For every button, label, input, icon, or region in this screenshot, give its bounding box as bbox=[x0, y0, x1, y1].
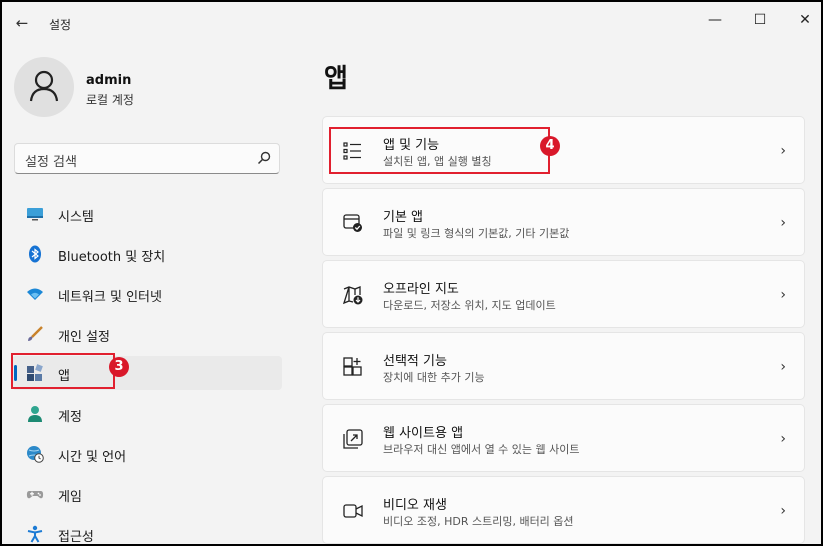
sidebar-item-network[interactable]: 네트워크 및 인터넷 bbox=[12, 277, 282, 311]
sidebar-item-label: 게임 bbox=[58, 490, 82, 505]
sidebar-item-label: 계정 bbox=[58, 410, 82, 425]
card-description: 비디오 조정, HDR 스트리밍, 배터리 옵션 bbox=[383, 515, 574, 528]
card-title: 웹 사이트용 앱 bbox=[383, 426, 464, 441]
sidebar-item-label: 개인 설정 bbox=[58, 330, 110, 345]
accessibility-icon bbox=[27, 525, 43, 543]
sidebar-item-time-language[interactable]: 시간 및 언어 bbox=[12, 437, 282, 471]
chevron-right-icon: › bbox=[780, 503, 786, 519]
chevron-right-icon: › bbox=[780, 215, 786, 231]
highlight-box-apps bbox=[11, 353, 115, 389]
default-apps-icon bbox=[343, 214, 362, 232]
card-description: 브라우저 대신 앱에서 열 수 있는 웹 사이트 bbox=[383, 443, 580, 456]
title-bar: ← 설정 — ☐ ✕ bbox=[2, 2, 821, 42]
step-badge-3: 3 bbox=[109, 357, 129, 377]
card-description: 파일 및 링크 형식의 기본값, 기타 기본값 bbox=[383, 227, 570, 240]
add-grid-icon bbox=[343, 357, 362, 376]
video-icon bbox=[343, 504, 363, 518]
back-arrow-icon: ← bbox=[15, 14, 29, 32]
card-description: 장치에 대한 추가 기능 bbox=[383, 371, 485, 384]
card-default-apps[interactable]: 기본 앱 파일 및 링크 형식의 기본값, 기타 기본값 › bbox=[322, 188, 805, 256]
sidebar-item-label: 시스템 bbox=[58, 210, 94, 225]
card-optional-features[interactable]: 선택적 기능 장치에 대한 추가 기능 › bbox=[322, 332, 805, 400]
sidebar-item-accounts[interactable]: 계정 bbox=[12, 397, 282, 431]
user-icon bbox=[29, 70, 59, 102]
card-video-playback[interactable]: 비디오 재생 비디오 조정, HDR 스트리밍, 배터리 옵션 › bbox=[322, 476, 805, 544]
search-placeholder: 설정 검색 bbox=[25, 155, 77, 170]
monitor-icon bbox=[27, 208, 43, 221]
account-type: 로컬 계정 bbox=[86, 93, 134, 107]
card-title: 오프라인 지도 bbox=[383, 282, 459, 297]
back-button[interactable]: ← bbox=[12, 13, 32, 33]
card-offline-maps[interactable]: 오프라인 지도 다운로드, 저장소 위치, 지도 업데이트 › bbox=[322, 260, 805, 328]
chevron-right-icon: › bbox=[780, 431, 786, 447]
person-icon bbox=[28, 406, 42, 422]
card-title: 비디오 재생 bbox=[383, 498, 447, 513]
card-apps-for-websites[interactable]: 웹 사이트용 앱 브라우저 대신 앱에서 열 수 있는 웹 사이트 › bbox=[322, 404, 805, 472]
wifi-icon bbox=[27, 288, 43, 300]
sidebar-item-system[interactable]: 시스템 bbox=[12, 197, 282, 231]
sidebar-item-label: 네트워크 및 인터넷 bbox=[58, 290, 162, 305]
chevron-right-icon: › bbox=[780, 287, 786, 303]
page-title: 앱 bbox=[324, 64, 348, 94]
avatar[interactable] bbox=[14, 57, 74, 117]
settings-window: ← 설정 — ☐ ✕ admin 로컬 계정 설정 검색 시스템 Bluetoo… bbox=[2, 2, 821, 544]
sidebar-item-label: 접근성 bbox=[58, 530, 94, 544]
map-download-icon bbox=[343, 286, 363, 305]
brush-icon bbox=[28, 326, 43, 341]
highlight-box-apps-features bbox=[329, 127, 550, 174]
sidebar-item-accessibility[interactable]: 접근성 bbox=[12, 517, 282, 544]
sidebar-item-label: Bluetooth 및 장치 bbox=[58, 250, 166, 265]
card-description: 다운로드, 저장소 위치, 지도 업데이트 bbox=[383, 299, 556, 312]
maximize-button[interactable]: ☐ bbox=[740, 8, 780, 32]
minimize-button[interactable]: — bbox=[695, 8, 735, 32]
chevron-right-icon: › bbox=[780, 359, 786, 375]
open-link-icon bbox=[343, 429, 363, 449]
window-title: 설정 bbox=[49, 18, 72, 32]
close-button[interactable]: ✕ bbox=[785, 8, 821, 32]
user-name: admin bbox=[86, 73, 132, 88]
search-icon bbox=[257, 151, 271, 165]
bluetooth-icon bbox=[29, 245, 41, 263]
sidebar-item-personalization[interactable]: 개인 설정 bbox=[12, 317, 282, 351]
search-input[interactable]: 설정 검색 bbox=[14, 143, 280, 174]
gamepad-icon bbox=[26, 491, 44, 499]
sidebar-item-bluetooth[interactable]: Bluetooth 및 장치 bbox=[12, 237, 282, 271]
card-title: 기본 앱 bbox=[383, 210, 424, 225]
sidebar-item-gaming[interactable]: 게임 bbox=[12, 477, 282, 511]
sidebar-item-label: 시간 및 언어 bbox=[58, 450, 127, 465]
card-title: 선택적 기능 bbox=[383, 354, 447, 369]
globe-clock-icon bbox=[27, 446, 44, 463]
step-badge-4: 4 bbox=[540, 136, 560, 156]
chevron-right-icon: › bbox=[780, 143, 786, 159]
